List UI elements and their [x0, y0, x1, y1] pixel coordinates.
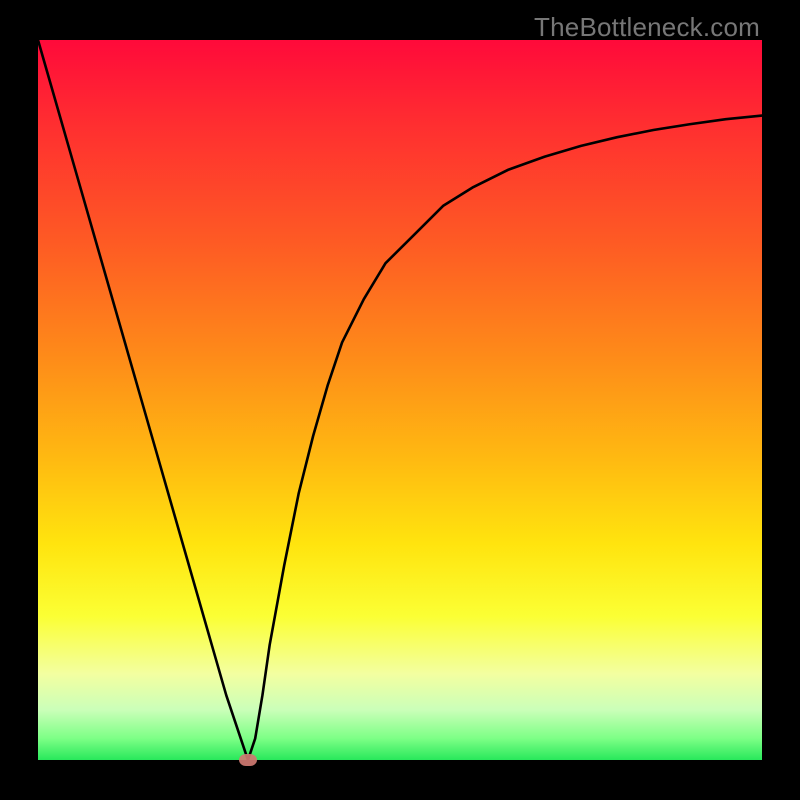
curve-svg — [38, 40, 762, 760]
minimum-marker — [239, 754, 257, 766]
chart-frame: TheBottleneck.com — [0, 0, 800, 800]
watermark-text: TheBottleneck.com — [534, 12, 760, 43]
plot-area — [38, 40, 762, 760]
bottleneck-curve — [38, 40, 762, 760]
